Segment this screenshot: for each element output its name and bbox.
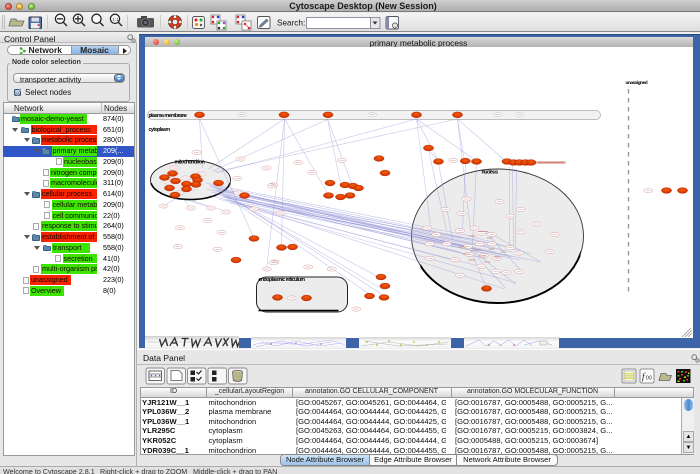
svg-text:cytoplasm: cytoplasm: [148, 127, 170, 133]
svg-text:unassigned: unassigned: [625, 80, 647, 86]
svg-text:mitochondrion: mitochondrion: [174, 160, 204, 166]
svg-text:(x): (x): [646, 375, 652, 381]
svg-text:nucleus: nucleus: [481, 170, 498, 176]
svg-text:endoplasmic reticulum: endoplasmic reticulum: [258, 277, 305, 283]
svg-text:1:1: 1:1: [113, 17, 120, 22]
svg-text:Search:: Search:: [277, 19, 305, 28]
svg-text:plasma membrane: plasma membrane: [148, 113, 187, 119]
